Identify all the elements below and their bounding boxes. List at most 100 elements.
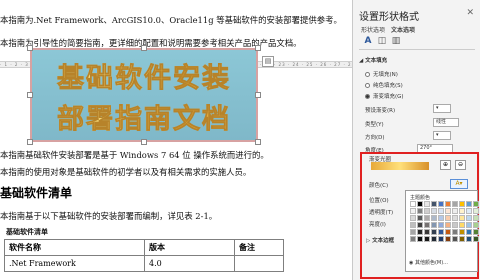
color-swatch[interactable] [466,201,472,207]
textbox-icon[interactable]: ▥ [391,36,401,46]
color-swatch[interactable] [424,229,430,235]
color-swatch[interactable] [417,201,423,207]
color-swatch[interactable] [424,222,430,228]
color-swatch[interactable] [473,215,479,221]
more-colors-item[interactable]: ◉ 其他颜色(M)... [409,259,448,266]
color-swatch[interactable] [459,215,465,221]
color-swatch[interactable] [452,222,458,228]
close-icon[interactable]: ✕ [466,8,474,18]
color-swatch[interactable] [424,236,430,242]
color-swatch[interactable] [417,222,423,228]
color-swatch[interactable] [466,236,472,242]
color-swatch[interactable] [431,229,437,235]
color-swatch[interactable] [410,215,416,221]
color-swatch[interactable] [410,208,416,214]
resize-handle[interactable] [255,139,261,145]
preset-gradient-dropdown[interactable]: ▾ [433,104,451,113]
color-swatch[interactable] [438,229,444,235]
resize-handle[interactable] [27,139,33,145]
color-swatch[interactable] [473,201,479,207]
color-swatch[interactable] [417,215,423,221]
color-swatch[interactable] [431,201,437,207]
color-swatch[interactable] [438,201,444,207]
color-swatch[interactable] [438,215,444,221]
color-swatch[interactable] [452,201,458,207]
outline-section[interactable]: ▷ 文本边框 [366,236,394,244]
wordart-line-2: 部署指南文档 [32,97,256,136]
wordart-line-1: 基础软件安装 [32,56,256,95]
text-fill-icon[interactable]: A [363,36,373,46]
color-swatch[interactable] [410,222,416,228]
resize-handle[interactable] [255,92,261,98]
color-swatch[interactable] [459,229,465,235]
color-swatch[interactable] [459,201,465,207]
gradient-fill-radio[interactable]: 渐变填充(G) [365,92,404,100]
color-swatch[interactable] [438,208,444,214]
table-header-cell: 软件名称 [4,239,145,256]
color-swatch[interactable] [466,229,472,235]
layout-options-icon[interactable]: ▤ [262,56,274,67]
color-swatch[interactable] [452,236,458,242]
tab-text-options[interactable]: 文本选项 [391,25,415,34]
radio-icon [365,94,370,99]
color-swatch[interactable] [452,208,458,214]
color-label: 颜色(C) [369,183,389,189]
color-picker-button[interactable]: A▾ [450,179,468,189]
remove-stop-icon[interactable]: ⊖ [455,160,466,170]
color-swatch[interactable] [473,236,479,242]
color-swatch[interactable] [473,229,479,235]
color-swatch[interactable] [410,229,416,235]
color-swatch[interactable] [417,208,423,214]
type-dropdown[interactable]: 线性 [433,118,459,127]
color-swatch[interactable] [459,208,465,214]
theme-colors-label: 主题颜色 [410,195,431,201]
add-stop-icon[interactable]: ⊕ [440,160,451,170]
color-swatch[interactable] [445,201,451,207]
brightness-label: 亮度(I) [369,222,386,228]
color-swatch[interactable] [452,229,458,235]
color-swatch[interactable] [466,222,472,228]
color-swatch[interactable] [445,215,451,221]
section-text-fill[interactable]: ◢ 文本填充 [359,56,387,64]
color-swatch[interactable] [431,222,437,228]
color-swatch[interactable] [459,236,465,242]
direction-label: 方向(D) [365,135,385,141]
color-swatch[interactable] [459,222,465,228]
color-swatch[interactable] [410,201,416,207]
color-swatch[interactable] [445,229,451,235]
color-swatch[interactable] [438,222,444,228]
color-swatch[interactable] [431,208,437,214]
color-swatch[interactable] [445,222,451,228]
color-swatch[interactable] [473,222,479,228]
color-swatch[interactable] [452,215,458,221]
color-swatch[interactable] [438,236,444,242]
color-swatch[interactable] [473,208,479,214]
resize-handle[interactable] [141,139,147,145]
color-swatch[interactable] [424,201,430,207]
color-swatch[interactable] [431,236,437,242]
document-page[interactable]: 本指南为.Net Framework、ArcGIS10.0、Oracle11g … [0,0,352,280]
no-fill-radio[interactable]: 无填充(N) [365,70,398,78]
color-swatch[interactable] [410,236,416,242]
color-swatch[interactable] [417,229,423,235]
resize-handle[interactable] [255,45,261,51]
direction-dropdown[interactable]: ▾ [433,131,451,140]
color-swatch[interactable] [424,215,430,221]
color-swatch[interactable] [417,236,423,242]
solid-fill-radio[interactable]: 纯色填充(S) [365,81,403,89]
color-swatch[interactable] [431,215,437,221]
gradient-stops-bar[interactable] [371,162,429,170]
color-swatch[interactable] [424,208,430,214]
color-swatch[interactable] [466,208,472,214]
color-swatch[interactable] [445,208,451,214]
transparency-label: 透明度(T) [369,210,394,216]
text-effects-icon[interactable]: ◫ [377,36,387,46]
tab-shape-options[interactable]: 形状选项 [361,25,385,34]
wordart-textbox[interactable]: 基础软件安装 部署指南文档 [30,48,258,142]
resize-handle[interactable] [27,45,33,51]
color-swatch[interactable] [466,215,472,221]
resize-handle[interactable] [141,45,147,51]
resize-handle[interactable] [27,92,33,98]
color-swatch[interactable] [445,236,451,242]
table-row: .Net Framework 4.0 [4,255,284,272]
